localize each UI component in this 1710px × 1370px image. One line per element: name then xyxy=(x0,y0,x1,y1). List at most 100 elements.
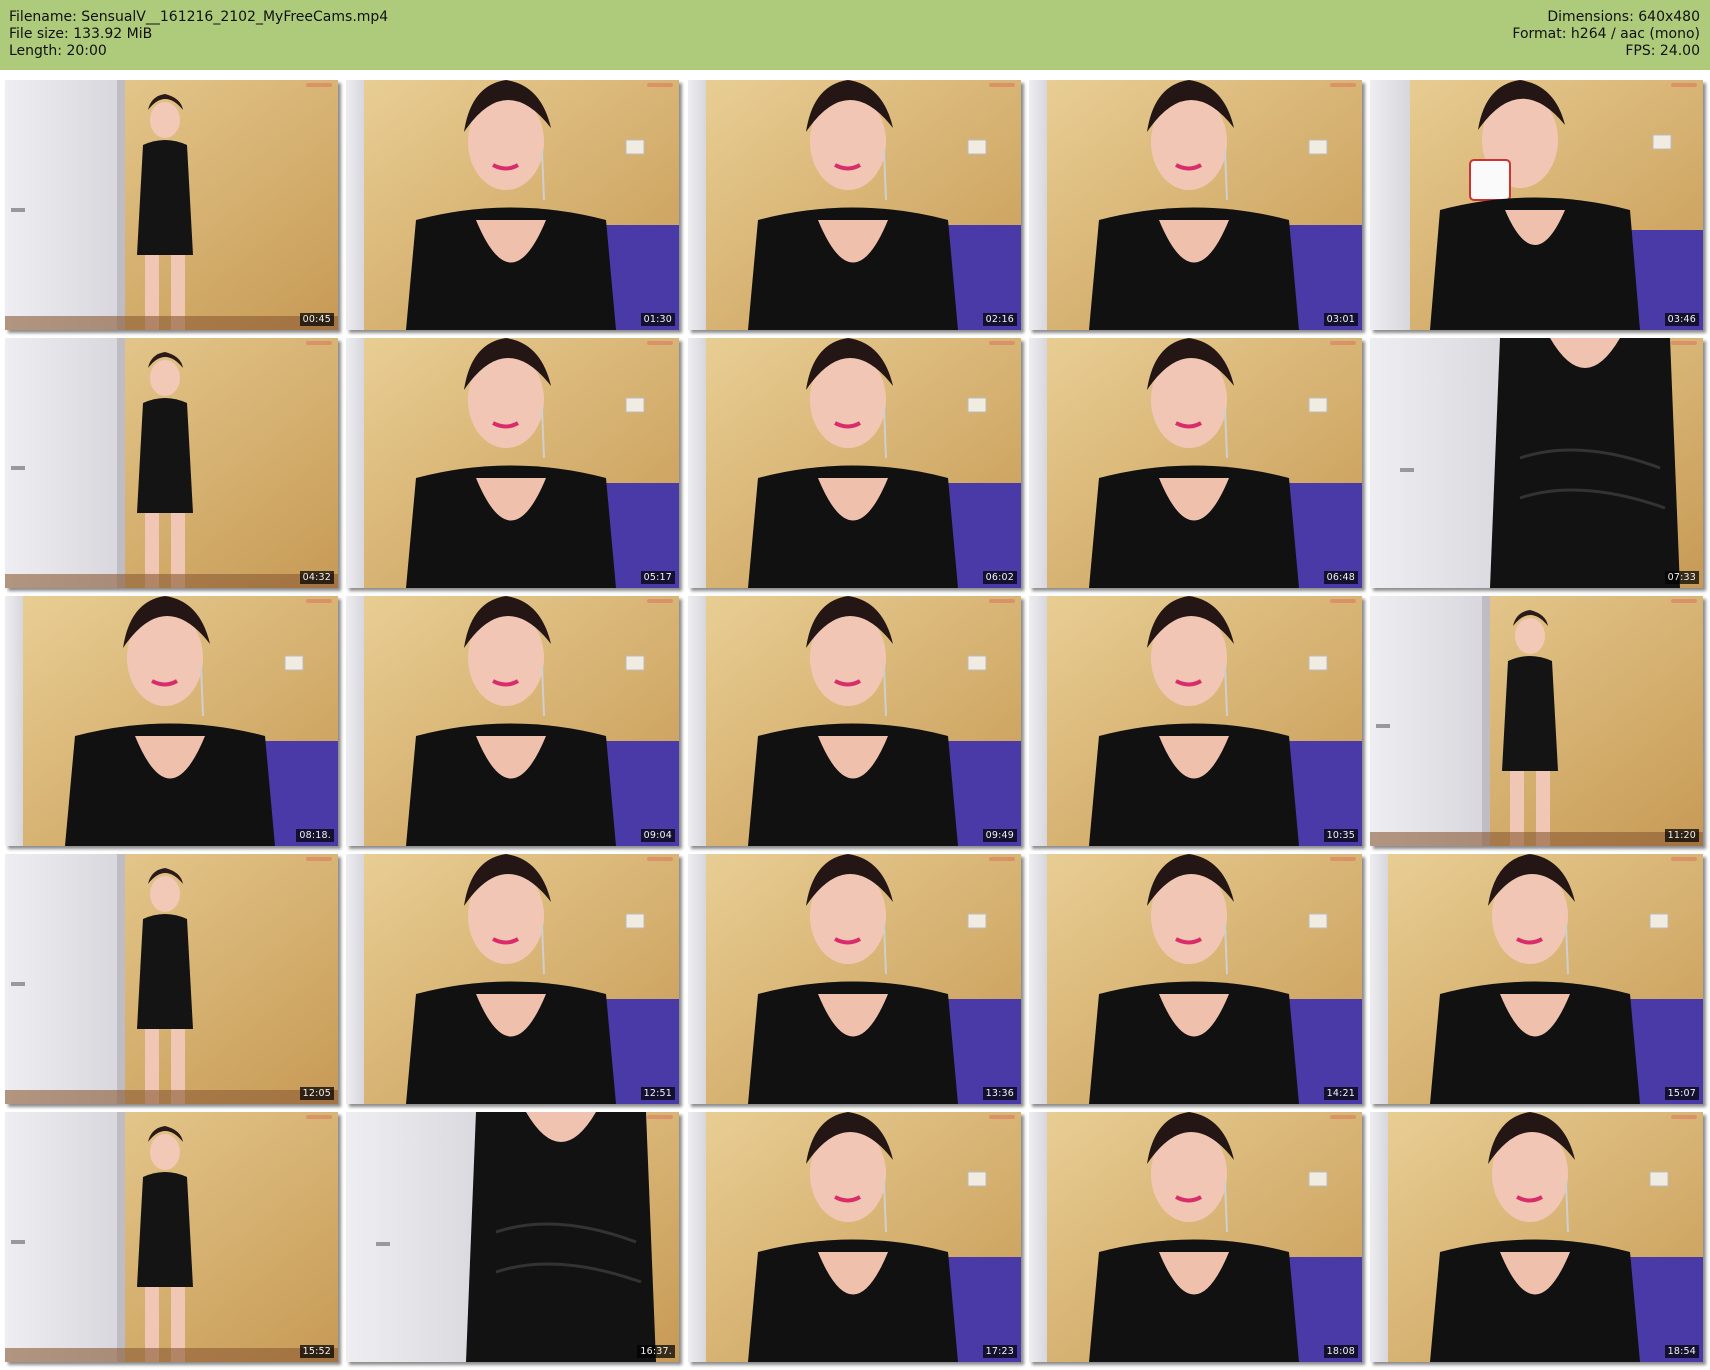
video-thumbnail: 03:01 xyxy=(1029,80,1362,330)
video-thumbnail: 10:35 xyxy=(1029,596,1362,846)
thumbnail-frame-image xyxy=(346,80,679,330)
thumbnail-timestamp: 09:04 xyxy=(640,829,675,842)
thumbnail-frame-image xyxy=(5,1112,338,1362)
video-thumbnail: 12:51 xyxy=(346,854,679,1104)
video-thumbnail: 04:32 xyxy=(5,338,338,588)
thumbnail-timestamp: 11:20 xyxy=(1664,829,1699,842)
thumbnail-frame-image xyxy=(1029,596,1362,846)
thumbnail-frame-image xyxy=(1029,80,1362,330)
thumbnail-frame-image xyxy=(346,854,679,1104)
watermark-mark xyxy=(306,599,332,603)
watermark-mark xyxy=(989,1115,1015,1119)
thumbnail-timestamp: 12:05 xyxy=(299,1087,334,1100)
thumbnail-timestamp: 03:01 xyxy=(1323,313,1358,326)
thumbnail-timestamp: 15:52 xyxy=(299,1345,334,1358)
video-thumbnail: 18:08 xyxy=(1029,1112,1362,1362)
watermark-mark xyxy=(306,83,332,87)
thumbnail-frame-image xyxy=(1370,80,1703,330)
video-thumbnail: 09:49 xyxy=(688,596,1021,846)
video-thumbnail: 15:07 xyxy=(1370,854,1703,1104)
thumbnail-timestamp: 18:54 xyxy=(1664,1345,1699,1358)
video-thumbnail: 13:36 xyxy=(688,854,1021,1104)
thumbnail-frame-image xyxy=(5,338,338,588)
thumbnail-frame-image xyxy=(688,1112,1021,1362)
video-thumbnail: 01:30 xyxy=(346,80,679,330)
thumbnail-timestamp: 05:17 xyxy=(640,571,675,584)
watermark-mark xyxy=(1330,1115,1356,1119)
watermark-mark xyxy=(647,599,673,603)
thumbnail-frame-image xyxy=(346,1112,679,1362)
thumbnail-timestamp: 04:32 xyxy=(299,571,334,584)
video-thumbnail: 11:20 xyxy=(1370,596,1703,846)
video-thumbnail: 14:21 xyxy=(1029,854,1362,1104)
video-thumbnail: 05:17 xyxy=(346,338,679,588)
watermark-mark xyxy=(1671,599,1697,603)
thumbnail-timestamp: 12:51 xyxy=(640,1087,675,1100)
thumbnail-timestamp: 00:45 xyxy=(299,313,334,326)
watermark-mark xyxy=(989,857,1015,861)
video-thumbnail: 00:45 xyxy=(5,80,338,330)
thumbnail-frame-image xyxy=(346,596,679,846)
thumbnail-frame-image xyxy=(5,596,338,846)
video-thumbnail: 18:54 xyxy=(1370,1112,1703,1362)
video-thumbnail: 09:04 xyxy=(346,596,679,846)
thumbnail-timestamp: 02:16 xyxy=(982,313,1017,326)
watermark-mark xyxy=(647,1115,673,1119)
watermark-mark xyxy=(989,599,1015,603)
watermark-mark xyxy=(306,1115,332,1119)
video-thumbnail: 12:05 xyxy=(5,854,338,1104)
watermark-mark xyxy=(1671,341,1697,345)
watermark-mark xyxy=(647,857,673,861)
thumbnail-timestamp: 18:08 xyxy=(1323,1345,1358,1358)
watermark-mark xyxy=(1330,857,1356,861)
video-thumbnail: 06:48 xyxy=(1029,338,1362,588)
video-thumbnail: 08:18. xyxy=(5,596,338,846)
video-thumbnail: 03:46 xyxy=(1370,80,1703,330)
watermark-mark xyxy=(1671,857,1697,861)
video-thumbnail: 16:37. xyxy=(346,1112,679,1362)
video-thumbnail: 02:16 xyxy=(688,80,1021,330)
thumbnail-frame-image xyxy=(1029,854,1362,1104)
thumbnail-timestamp: 03:46 xyxy=(1664,313,1699,326)
thumbnail-frame-image xyxy=(688,338,1021,588)
watermark-mark xyxy=(306,341,332,345)
watermark-mark xyxy=(1330,83,1356,87)
thumbnail-frame-image xyxy=(1370,1112,1703,1362)
thumbnail-frame-image xyxy=(1370,854,1703,1104)
video-thumbnail: 15:52 xyxy=(5,1112,338,1362)
watermark-mark xyxy=(647,341,673,345)
watermark-mark xyxy=(1671,83,1697,87)
thumbnail-frame-image xyxy=(5,854,338,1104)
thumbnail-timestamp: 14:21 xyxy=(1323,1087,1358,1100)
watermark-mark xyxy=(1671,1115,1697,1119)
thumbnail-timestamp: 10:35 xyxy=(1323,829,1358,842)
thumbnail-grid: 00:45 01:30 02:16 03:01 03:46 04:32 05:17 06:02… xyxy=(0,0,1710,1370)
video-thumbnail: 17:23 xyxy=(688,1112,1021,1362)
thumbnail-frame-image xyxy=(1370,338,1703,588)
watermark-mark xyxy=(989,341,1015,345)
watermark-mark xyxy=(1330,341,1356,345)
watermark-mark xyxy=(989,83,1015,87)
watermark-mark xyxy=(647,83,673,87)
thumbnail-frame-image xyxy=(688,80,1021,330)
thumbnail-frame-image xyxy=(1370,596,1703,846)
thumbnail-timestamp: 01:30 xyxy=(640,313,675,326)
thumbnail-timestamp: 07:33 xyxy=(1664,571,1699,584)
video-thumbnail: 07:33 xyxy=(1370,338,1703,588)
thumbnail-timestamp: 16:37. xyxy=(637,1345,675,1358)
thumbnail-timestamp: 06:02 xyxy=(982,571,1017,584)
thumbnail-frame-image xyxy=(346,338,679,588)
thumbnail-timestamp: 13:36 xyxy=(982,1087,1017,1100)
thumbnail-timestamp: 17:23 xyxy=(982,1345,1017,1358)
thumbnail-timestamp: 08:18. xyxy=(296,829,334,842)
thumbnail-frame-image xyxy=(5,80,338,330)
thumbnail-timestamp: 06:48 xyxy=(1323,571,1358,584)
thumbnail-timestamp: 09:49 xyxy=(982,829,1017,842)
video-thumbnail: 06:02 xyxy=(688,338,1021,588)
watermark-mark xyxy=(306,857,332,861)
watermark-mark xyxy=(1330,599,1356,603)
thumbnail-timestamp: 15:07 xyxy=(1664,1087,1699,1100)
thumbnail-frame-image xyxy=(688,596,1021,846)
thumbnail-frame-image xyxy=(688,854,1021,1104)
thumbnail-frame-image xyxy=(1029,1112,1362,1362)
